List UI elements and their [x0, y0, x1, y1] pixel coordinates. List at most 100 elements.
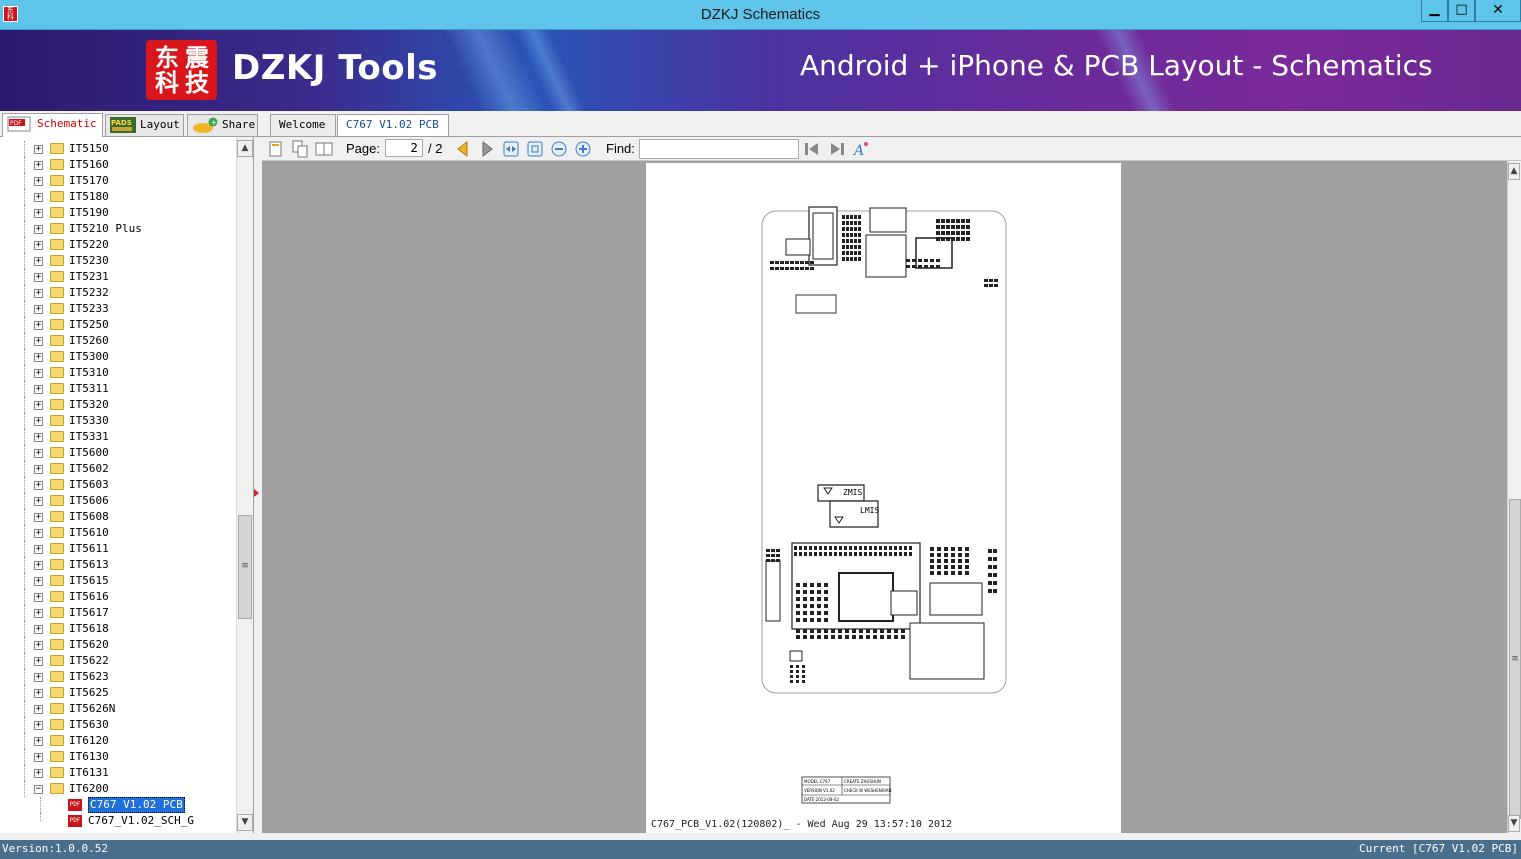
next-page-icon[interactable] — [478, 140, 496, 158]
expand-icon[interactable]: + — [34, 321, 43, 330]
tree-folder-item[interactable]: + IT5603 — [0, 477, 236, 493]
expand-icon[interactable]: + — [34, 705, 43, 714]
tree-folder-item[interactable]: + IT5626N — [0, 701, 236, 717]
expand-icon[interactable]: + — [34, 257, 43, 266]
expand-icon[interactable]: + — [34, 593, 43, 602]
tab-schematic[interactable]: PDF Schematic — [2, 113, 103, 137]
scroll-up-icon[interactable]: ▲ — [1508, 163, 1520, 180]
expand-icon[interactable]: + — [34, 385, 43, 394]
find-previous-icon[interactable] — [803, 140, 821, 158]
continuous-page-icon[interactable] — [291, 140, 309, 158]
expand-icon[interactable]: + — [34, 193, 43, 202]
tree-folder-item[interactable]: + IT5170 — [0, 173, 236, 189]
splitter-collapse-icon[interactable] — [254, 489, 259, 497]
expand-icon[interactable]: + — [34, 769, 43, 778]
scroll-down-icon[interactable]: ▼ — [1508, 815, 1520, 832]
expand-icon[interactable]: + — [34, 401, 43, 410]
tree-folder-item[interactable]: + IT5160 — [0, 157, 236, 173]
fit-page-icon[interactable] — [526, 140, 544, 158]
expand-icon[interactable]: + — [34, 433, 43, 442]
tree-folder-item[interactable]: + IT5606 — [0, 493, 236, 509]
tree-folder-item[interactable]: + IT5210 Plus — [0, 221, 236, 237]
expand-icon[interactable]: + — [34, 673, 43, 682]
expand-icon[interactable]: + — [34, 337, 43, 346]
page-number-input[interactable]: 2 — [385, 139, 423, 157]
collapse-icon[interactable]: − — [34, 785, 43, 794]
expand-icon[interactable]: + — [34, 353, 43, 362]
minimize-button[interactable]: ▁ — [1421, 0, 1448, 22]
prev-page-icon[interactable] — [454, 140, 472, 158]
tree-folder-item[interactable]: + IT5232 — [0, 285, 236, 301]
expand-icon[interactable]: + — [34, 753, 43, 762]
fit-width-icon[interactable] — [502, 140, 520, 158]
tree-folder-item[interactable]: + IT5310 — [0, 365, 236, 381]
expand-icon[interactable]: + — [34, 641, 43, 650]
tree-folder-item[interactable]: + IT6130 — [0, 749, 236, 765]
tree-folder-item[interactable]: + IT5608 — [0, 509, 236, 525]
viewer-scroll-thumb[interactable]: ≡ — [1509, 499, 1521, 819]
tree-folder-item[interactable]: + IT5618 — [0, 621, 236, 637]
zoom-in-icon[interactable] — [574, 140, 592, 158]
tree-folder-item[interactable]: + IT5625 — [0, 685, 236, 701]
tree-folder-item[interactable]: + IT5150 — [0, 141, 236, 157]
expand-icon[interactable]: + — [34, 209, 43, 218]
tree-folder-item[interactable]: + IT5320 — [0, 397, 236, 413]
tree-folder-item[interactable]: − IT6200 — [0, 781, 236, 797]
viewer-scrollbar[interactable]: ▲ ≡ ▼ — [1507, 161, 1521, 833]
expand-icon[interactable]: + — [34, 545, 43, 554]
tree-folder-item[interactable]: + IT5311 — [0, 381, 236, 397]
maximize-button[interactable]: □ — [1448, 0, 1475, 22]
tree-scroll-thumb[interactable]: ≡ — [238, 515, 252, 619]
tree-folder-item[interactable]: + IT5233 — [0, 301, 236, 317]
facing-pages-icon[interactable] — [315, 140, 333, 158]
expand-icon[interactable]: + — [34, 145, 43, 154]
tab-welcome[interactable]: Welcome — [270, 114, 336, 136]
tree-folder-item[interactable]: + IT5610 — [0, 525, 236, 541]
tree-folder-item[interactable]: + IT5613 — [0, 557, 236, 573]
tree-folder-item[interactable]: + IT5300 — [0, 349, 236, 365]
tab-layout[interactable]: PADS Layout — [105, 114, 184, 136]
expand-icon[interactable]: + — [34, 609, 43, 618]
tab-share[interactable]: + Share — [187, 114, 258, 136]
expand-icon[interactable]: + — [34, 577, 43, 586]
expand-icon[interactable]: + — [34, 657, 43, 666]
tree-folder-item[interactable]: + IT5616 — [0, 589, 236, 605]
expand-icon[interactable]: + — [34, 273, 43, 282]
scroll-up-icon[interactable]: ▲ — [237, 140, 253, 157]
expand-icon[interactable]: + — [34, 625, 43, 634]
expand-icon[interactable]: + — [34, 561, 43, 570]
tree-file-item[interactable]: PDF C767 V1.02 PCB — [0, 797, 236, 813]
tree-folder-item[interactable]: + IT5180 — [0, 189, 236, 205]
tab-c767-pcb[interactable]: C767 V1.02 PCB✕ — [337, 114, 449, 151]
expand-icon[interactable]: + — [34, 305, 43, 314]
tree-folder-item[interactable]: + IT5231 — [0, 269, 236, 285]
expand-icon[interactable]: + — [34, 689, 43, 698]
expand-icon[interactable]: + — [34, 417, 43, 426]
tree-folder-item[interactable]: + IT5611 — [0, 541, 236, 557]
scroll-down-icon[interactable]: ▼ — [237, 814, 253, 831]
tree-folder-item[interactable]: + IT5330 — [0, 413, 236, 429]
tree-folder-item[interactable]: + IT5260 — [0, 333, 236, 349]
tree-folder-item[interactable]: + IT5620 — [0, 637, 236, 653]
zoom-out-icon[interactable] — [550, 140, 568, 158]
tree-folder-item[interactable]: + IT5602 — [0, 461, 236, 477]
single-page-icon[interactable] — [267, 140, 285, 158]
tree-folder-item[interactable]: + IT5230 — [0, 253, 236, 269]
tree-folder-item[interactable]: + IT5615 — [0, 573, 236, 589]
tree-folder-item[interactable]: + IT5600 — [0, 445, 236, 461]
tree-folder-item[interactable]: + IT6131 — [0, 765, 236, 781]
tree-folder-item[interactable]: + IT5617 — [0, 605, 236, 621]
tree-folder-item[interactable]: + IT5623 — [0, 669, 236, 685]
expand-icon[interactable]: + — [34, 177, 43, 186]
expand-icon[interactable]: + — [34, 225, 43, 234]
expand-icon[interactable]: + — [34, 369, 43, 378]
document-viewer[interactable]: ZMIS LMIS MODEL C767 VERSION V1.02 DATE … — [262, 161, 1507, 833]
expand-icon[interactable]: + — [34, 737, 43, 746]
find-input[interactable] — [639, 139, 799, 159]
expand-icon[interactable]: + — [34, 161, 43, 170]
tree-folder-item[interactable]: + IT5220 — [0, 237, 236, 253]
expand-icon[interactable]: + — [34, 529, 43, 538]
tree-folder-item[interactable]: + IT5331 — [0, 429, 236, 445]
expand-icon[interactable]: + — [34, 289, 43, 298]
tree-folder-item[interactable]: + IT5190 — [0, 205, 236, 221]
